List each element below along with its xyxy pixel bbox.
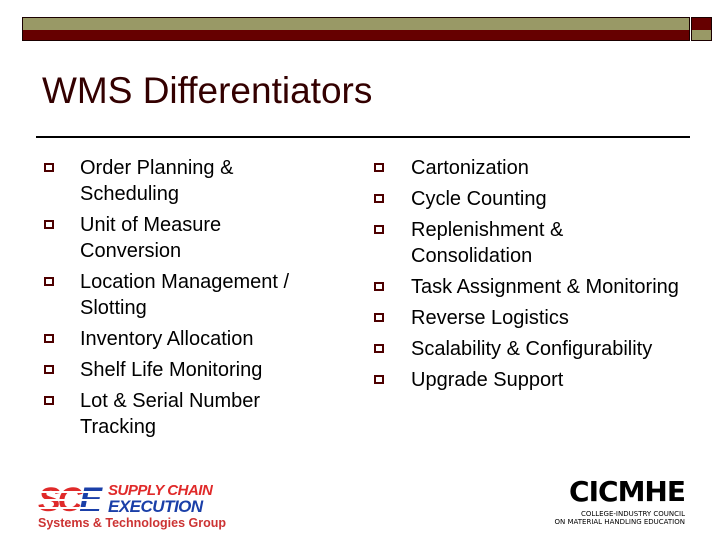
list-item: Scalability & Configurability xyxy=(374,336,684,362)
list-item-label: Location Management / Slotting xyxy=(80,271,290,319)
hollow-square-icon xyxy=(44,163,54,172)
list-item-label: Task Assignment & Monitoring xyxy=(411,276,679,298)
slide-title: WMS Differentiators xyxy=(42,70,373,111)
list-item-label: Upgrade Support xyxy=(411,369,564,391)
list-item-label: Reverse Logistics xyxy=(411,307,569,329)
hollow-square-icon xyxy=(44,396,54,405)
hollow-square-icon xyxy=(374,375,384,384)
sce-logo-execution: EXECUTION xyxy=(108,497,203,516)
cicmhe-logo: CICMHE COLLEGE-INDUSTRY COUNCIL ON MATER… xyxy=(548,478,693,528)
hollow-square-icon xyxy=(44,220,54,229)
hollow-square-icon xyxy=(374,194,384,203)
hollow-square-icon xyxy=(44,365,54,374)
list-item-label: Order Planning & Scheduling xyxy=(80,157,234,205)
header-decor-bar xyxy=(22,17,690,41)
left-bullet-list: Order Planning & Scheduling Unit of Meas… xyxy=(44,155,294,445)
cicmhe-logo-mark: CICMHE xyxy=(569,475,686,508)
hollow-square-icon xyxy=(374,163,384,172)
hollow-square-icon xyxy=(44,334,54,343)
header-bar-maroon-stripe xyxy=(23,30,689,40)
list-item: Shelf Life Monitoring xyxy=(44,357,294,383)
list-item: Cartonization xyxy=(374,155,684,181)
list-item: Cycle Counting xyxy=(374,186,684,212)
list-item-label: Inventory Allocation xyxy=(80,328,254,350)
right-bullet-list: Cartonization Cycle Counting Replenishme… xyxy=(374,155,684,398)
hollow-square-icon xyxy=(374,344,384,353)
list-item: Order Planning & Scheduling xyxy=(44,155,294,207)
list-item-label: Shelf Life Monitoring xyxy=(80,359,263,381)
hollow-square-icon xyxy=(374,282,384,291)
list-item-label: Unit of Measure Conversion xyxy=(80,214,222,262)
list-item-label: Cartonization xyxy=(411,157,529,179)
hollow-square-icon xyxy=(374,225,384,234)
list-item: Reverse Logistics xyxy=(374,305,684,331)
sce-logo-tagline: Systems & Technologies Group xyxy=(38,516,227,530)
list-item: Upgrade Support xyxy=(374,367,684,393)
list-item-label: Replenishment & Consolidation xyxy=(411,219,564,267)
title-divider xyxy=(36,136,690,138)
list-item: Lot & Serial Number Tracking xyxy=(44,388,294,440)
cicmhe-logo-caption-1: COLLEGE-INDUSTRY COUNCIL xyxy=(580,510,685,518)
hollow-square-icon xyxy=(44,277,54,286)
header-decor-square xyxy=(691,17,712,41)
list-item: Replenishment & Consolidation xyxy=(374,217,684,269)
list-item-label: Scalability & Configurability xyxy=(411,338,653,360)
cicmhe-logo-caption-2: ON MATERIAL HANDLING EDUCATION xyxy=(554,518,685,526)
list-item: Task Assignment & Monitoring xyxy=(374,274,684,300)
sce-logo: SCE SUPPLY CHAIN EXECUTION Systems & Tec… xyxy=(36,483,226,531)
list-item: Unit of Measure Conversion xyxy=(44,212,294,264)
hollow-square-icon xyxy=(374,313,384,322)
list-item-label: Lot & Serial Number Tracking xyxy=(80,390,261,438)
header-square-olive xyxy=(692,30,711,40)
list-item-label: Cycle Counting xyxy=(411,188,547,210)
list-item: Inventory Allocation xyxy=(44,326,294,352)
list-item: Location Management / Slotting xyxy=(44,269,294,321)
sce-logo-stripes xyxy=(36,485,111,515)
